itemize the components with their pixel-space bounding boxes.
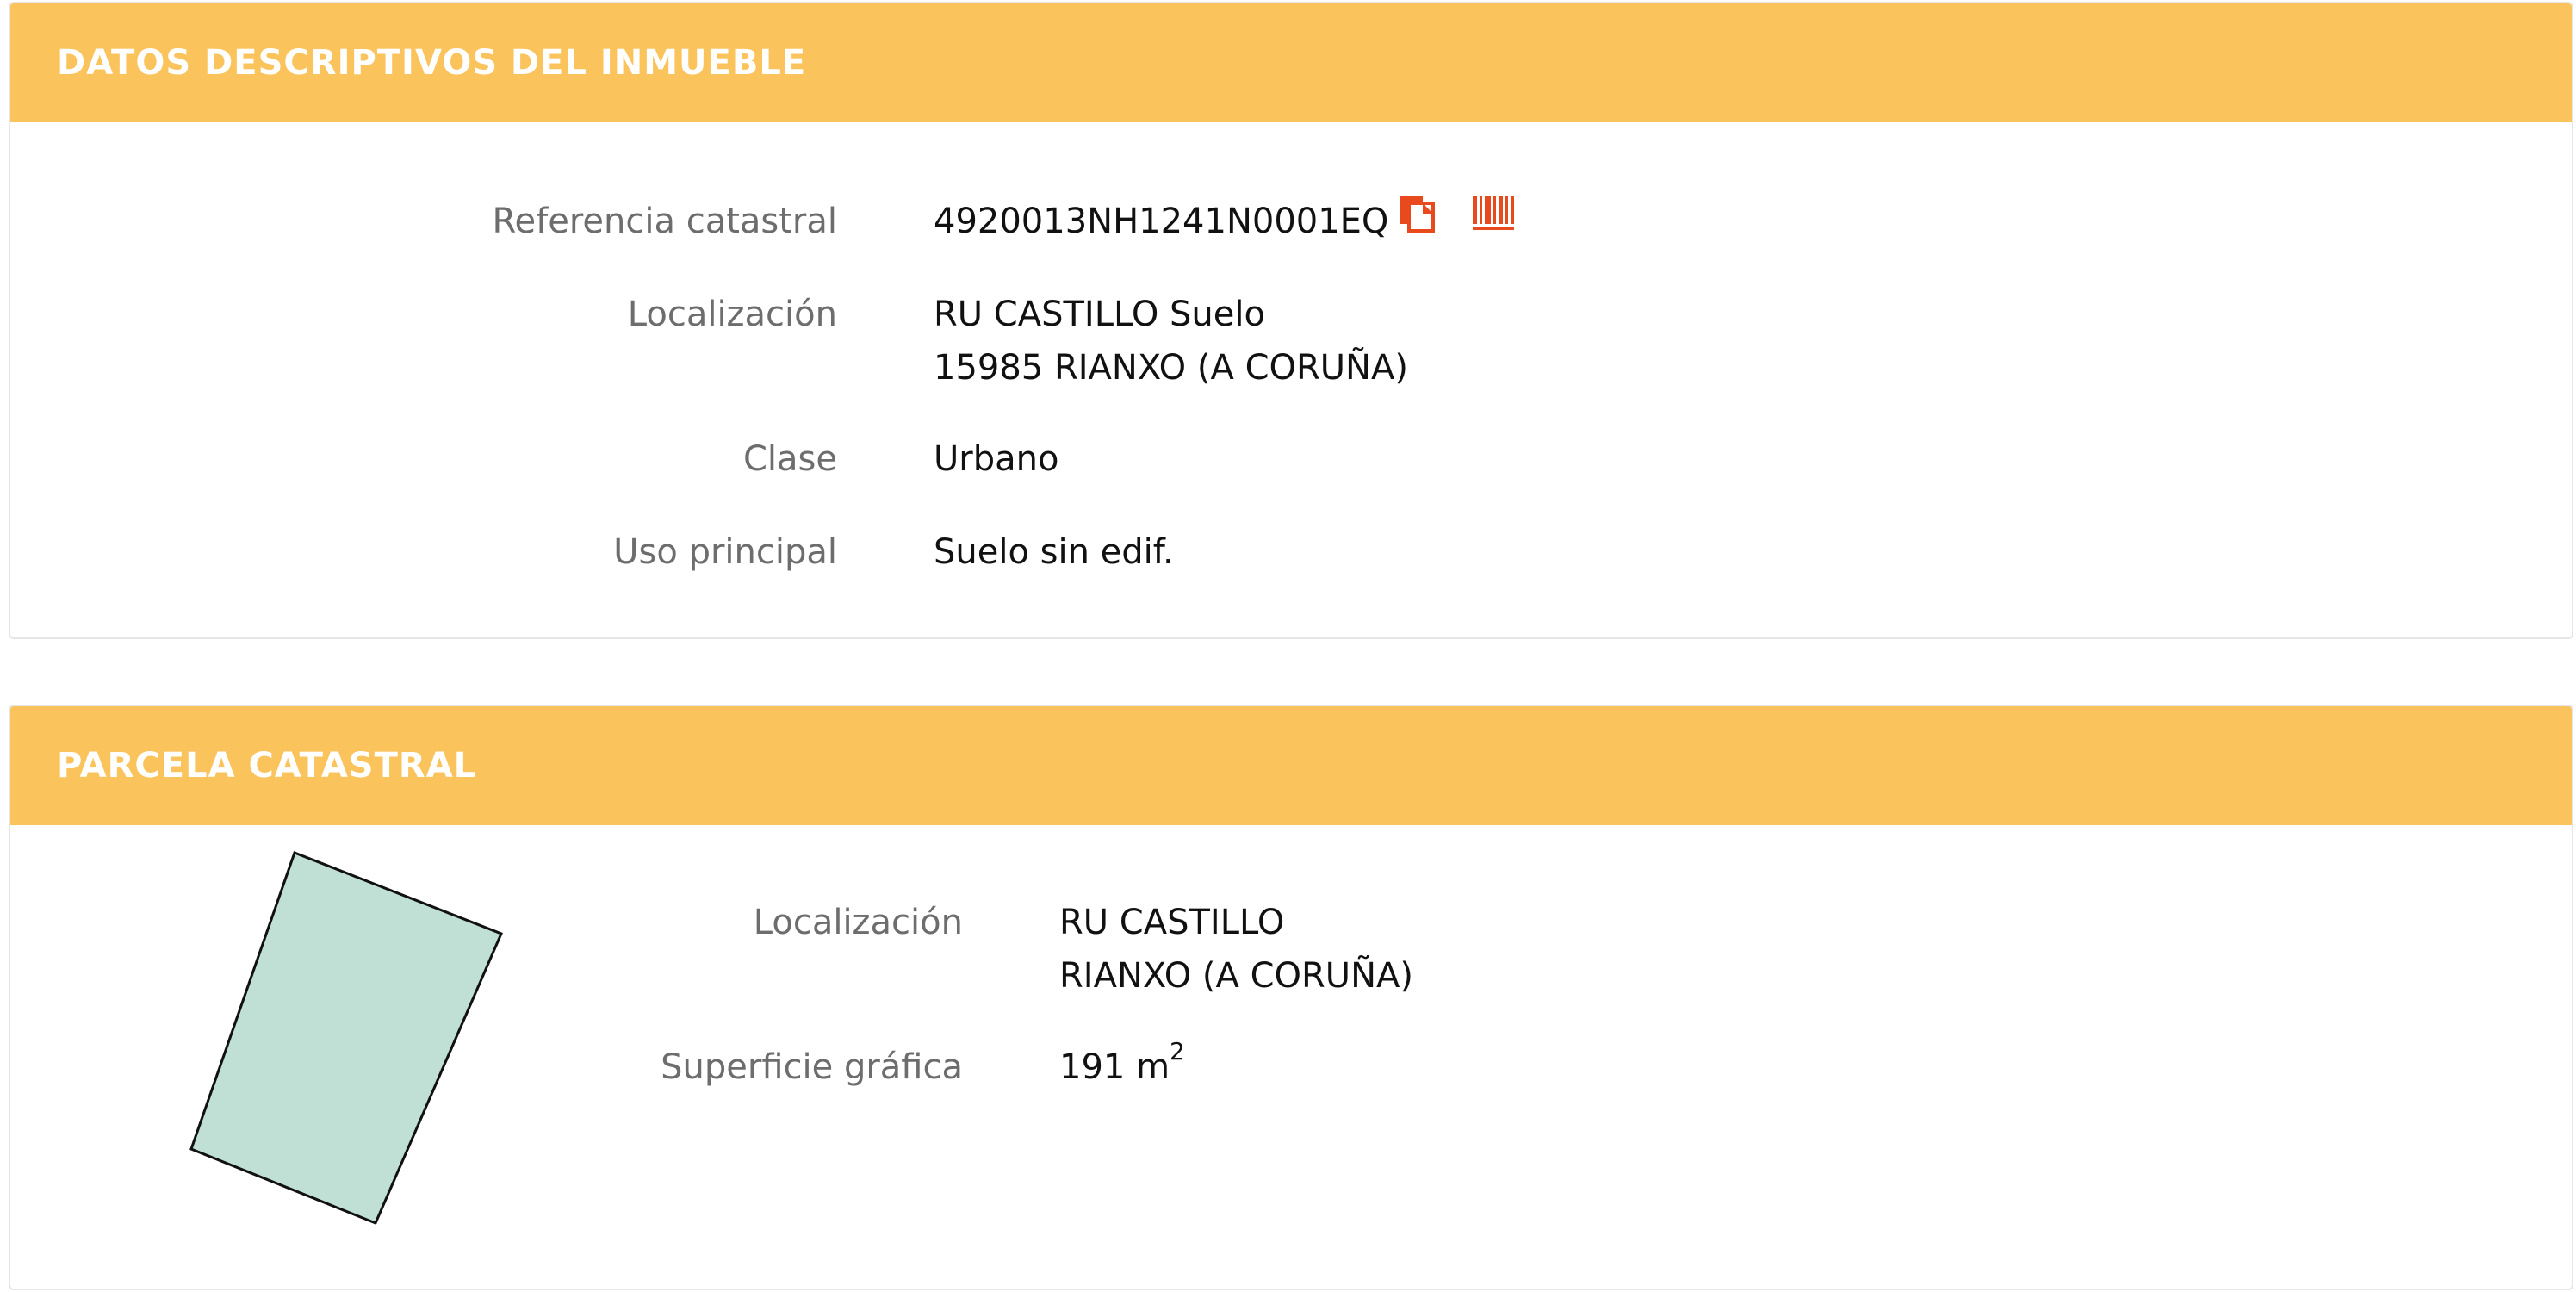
barcode-icon[interactable] <box>1471 195 1516 248</box>
referencia-label: Referencia catastral <box>492 202 837 241</box>
clase-value: Urbano <box>934 439 1059 479</box>
localizacion-line-1: RU CASTILLO Suelo <box>934 295 1265 334</box>
parcela-localizacion-line-1: RU CASTILLO <box>1059 903 1285 942</box>
superficie-unit-exponent: 2 <box>1170 1037 1185 1065</box>
copy-icon[interactable] <box>1399 195 1437 248</box>
referencia-value: 4920013NH1241N0001EQ <box>934 202 1389 241</box>
uso-principal-label: Uso principal <box>613 532 837 572</box>
uso-principal-row: Uso principal Suelo sin edif. <box>10 525 1174 579</box>
localizacion-value: RU CASTILLO Suelo 15985 RIANXO (A CORUÑA… <box>934 288 1408 394</box>
localizacion-label: Localización <box>627 295 837 334</box>
inmueble-panel: DATOS DESCRIPTIVOS DEL INMUEBLE Referenc… <box>9 2 2573 639</box>
parcela-localizacion-value: RU CASTILLO RIANXO (A CORUÑA) <box>1059 896 1413 1003</box>
superficie-label: Superficie gráfica <box>661 1047 963 1087</box>
clase-label: Clase <box>742 439 837 479</box>
referencia-value-group: 4920013NH1241N0001EQ <box>934 195 1516 248</box>
superficie-value: 191 m2 <box>1059 1040 1185 1094</box>
parcela-localizacion-row: Localización RU CASTILLO RIANXO (A CORUÑ… <box>10 896 1413 1003</box>
inmueble-panel-header: DATOS DESCRIPTIVOS DEL INMUEBLE <box>10 3 2572 122</box>
parcela-panel-title: PARCELA CATASTRAL <box>57 746 477 786</box>
uso-principal-value: Suelo sin edif. <box>934 532 1174 572</box>
clase-row: Clase Urbano <box>10 432 1058 486</box>
parcela-panel-header: PARCELA CATASTRAL <box>10 706 2572 825</box>
localizacion-row: Localización RU CASTILLO Suelo 15985 RIA… <box>10 288 1408 394</box>
referencia-row: Referencia catastral 4920013NH1241N0001E… <box>10 195 1516 248</box>
superficie-row: Superficie gráfica 191 m2 <box>10 1040 1185 1094</box>
localizacion-line-2: 15985 RIANXO (A CORUÑA) <box>934 348 1408 388</box>
inmueble-panel-title: DATOS DESCRIPTIVOS DEL INMUEBLE <box>57 43 807 83</box>
parcela-localizacion-label: Localización <box>753 903 963 942</box>
superficie-number: 191 m <box>1059 1047 1170 1087</box>
parcela-panel: PARCELA CATASTRAL Localización RU CASTIL… <box>9 705 2573 1290</box>
parcela-localizacion-line-2: RIANXO (A CORUÑA) <box>1059 956 1413 996</box>
